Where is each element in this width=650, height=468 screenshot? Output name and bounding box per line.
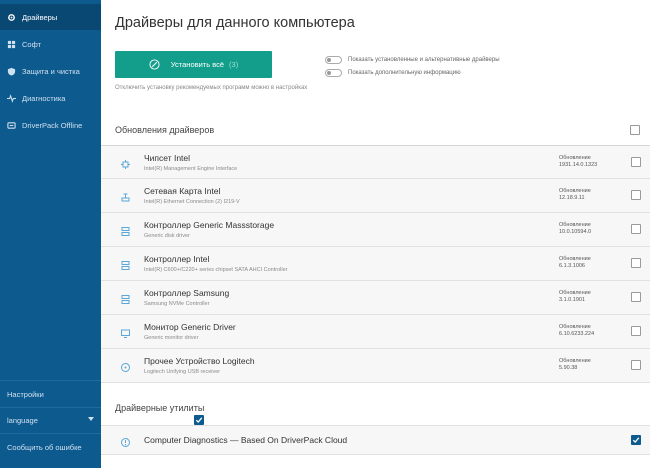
version-value: 6.10.6233.224 bbox=[559, 331, 595, 337]
driver-device: Generic disk driver bbox=[144, 233, 190, 239]
sidebar-item-label: Защита и чистка bbox=[22, 66, 80, 76]
settings-label: Настройки bbox=[7, 389, 44, 399]
version-value: 1931.14.0.1323 bbox=[559, 162, 598, 168]
storage-icon bbox=[120, 224, 131, 236]
driver-row: Монитор Generic Driver Generic monitor d… bbox=[101, 315, 650, 349]
main-panel: Драйверы для данного компьютера Установи… bbox=[101, 0, 650, 468]
driver-checkbox[interactable] bbox=[631, 326, 641, 336]
version-label: Обновление bbox=[559, 290, 591, 296]
driver-checkbox[interactable] bbox=[631, 190, 641, 200]
driver-name: Прочее Устройство Logitech bbox=[144, 356, 255, 366]
sidebar-item-offline[interactable]: DriverPack Offline bbox=[0, 112, 101, 138]
driver-device: Logitech Unifying USB receiver bbox=[144, 369, 221, 375]
report-error-link[interactable]: Сообщить об ошибке bbox=[0, 434, 101, 460]
utility-name: Computer Diagnostics — Based On DriverPa… bbox=[144, 435, 348, 445]
driver-checkbox[interactable] bbox=[631, 360, 641, 370]
diagnostics-icon bbox=[120, 435, 131, 447]
utility-checkbox[interactable] bbox=[631, 435, 641, 445]
section-driver-updates: Обновления драйверов bbox=[101, 113, 650, 147]
install-all-button[interactable]: Установить всё (3) bbox=[115, 51, 272, 78]
driver-row: Контроллер Intel Intel(R) C600+/C220+ se… bbox=[101, 247, 650, 281]
version-label: Обновление bbox=[559, 256, 591, 262]
version-label: Обновление bbox=[559, 155, 591, 161]
section-driver-utilities: Драйверные утилиты bbox=[101, 391, 650, 425]
toggle-show-installed[interactable]: Показать установленные и альтернативные … bbox=[325, 55, 500, 65]
pulse-icon bbox=[7, 93, 16, 103]
select-all-utilities-checkbox[interactable] bbox=[194, 415, 205, 425]
driver-device: Generic monitor driver bbox=[144, 335, 199, 341]
sidebar: Драйверы Софт Защита и чистка Диагностик… bbox=[0, 0, 101, 468]
version-label: Обновление bbox=[559, 324, 591, 330]
driver-checkbox[interactable] bbox=[631, 258, 641, 268]
shield-icon bbox=[7, 67, 16, 76]
utility-row: Computer Diagnostics — Based On DriverPa… bbox=[101, 425, 650, 455]
chip-icon bbox=[120, 157, 131, 169]
language-label: language bbox=[7, 415, 38, 425]
report-label: Сообщить об ошибке bbox=[7, 442, 82, 452]
gear-icon bbox=[7, 13, 16, 22]
driver-list: Чипсет Intel Intel(R) Management Engine … bbox=[101, 145, 650, 383]
monitor-icon bbox=[120, 326, 131, 338]
section-title: Обновления драйверов bbox=[115, 125, 215, 135]
version-value: 6.1.3.1006 bbox=[559, 263, 585, 269]
driver-checkbox[interactable] bbox=[631, 224, 641, 234]
version-label: Обновление bbox=[559, 358, 591, 364]
driver-row: Чипсет Intel Intel(R) Management Engine … bbox=[101, 145, 650, 179]
driver-row: Контроллер Generic Massstorage Generic d… bbox=[101, 213, 650, 247]
version-label: Обновление bbox=[559, 222, 591, 228]
sidebar-item-protection[interactable]: Защита и чистка bbox=[0, 58, 101, 84]
driver-checkbox[interactable] bbox=[631, 157, 641, 167]
sidebar-item-software[interactable]: Софт bbox=[0, 31, 101, 57]
version-value: 3.1.0.1901 bbox=[559, 297, 585, 303]
sidebar-item-diagnostics[interactable]: Диагностика bbox=[0, 85, 101, 111]
sidebar-item-label: Софт bbox=[22, 39, 42, 49]
driver-name: Сетевая Карта Intel bbox=[144, 186, 221, 196]
driver-device: Intel(R) Ethernet Connection (2) I219-V bbox=[144, 199, 240, 205]
driver-device: Intel(R) C600+/C220+ series chipset SATA… bbox=[144, 267, 288, 273]
driver-device: Intel(R) Management Engine Interface bbox=[144, 166, 238, 172]
toggle-label: Показать дополнительную информацию bbox=[348, 70, 461, 76]
version-value: 12.18.9.11 bbox=[559, 195, 585, 201]
toggle-show-info[interactable]: Показать дополнительную информацию bbox=[325, 68, 461, 78]
language-select[interactable]: language bbox=[0, 407, 101, 433]
version-value: 10.0.10594.0 bbox=[559, 229, 592, 235]
driver-name: Чипсет Intel bbox=[144, 153, 191, 163]
settings-link[interactable]: Настройки bbox=[0, 381, 101, 407]
driver-row: Контроллер Samsung Samsung NVMe Controll… bbox=[101, 281, 650, 315]
sidebar-item-label: DriverPack Offline bbox=[22, 120, 83, 130]
page-title: Драйверы для данного компьютера bbox=[115, 15, 355, 31]
driver-device: Samsung NVMe Controller bbox=[144, 301, 210, 307]
network-icon bbox=[120, 190, 131, 202]
driver-name: Контроллер Samsung bbox=[144, 288, 230, 298]
toggle-switch[interactable] bbox=[325, 56, 342, 64]
driver-row: Сетевая Карта Intel Intel(R) Ethernet Co… bbox=[101, 179, 650, 213]
section-title: Драйверные утилиты bbox=[115, 403, 205, 413]
storage-icon bbox=[120, 292, 131, 304]
driver-name: Контроллер Intel bbox=[144, 254, 210, 264]
driver-checkbox[interactable] bbox=[631, 292, 641, 302]
version-label: Обновление bbox=[559, 188, 591, 194]
install-hint: Отключить установку рекомендуемых програ… bbox=[115, 85, 308, 91]
driver-name: Монитор Generic Driver bbox=[144, 322, 236, 332]
device-icon bbox=[120, 360, 131, 372]
select-all-updates-checkbox[interactable] bbox=[630, 125, 640, 135]
driver-row: Прочее Устройство Logitech Logitech Unif… bbox=[101, 349, 650, 383]
sidebar-item-label: Диагностика bbox=[22, 93, 66, 103]
toggle-label: Показать установленные и альтернативные … bbox=[348, 57, 500, 63]
chevron-down-icon bbox=[88, 417, 94, 421]
version-value: 5.90.38 bbox=[559, 365, 578, 371]
wand-icon bbox=[149, 59, 160, 70]
offline-icon bbox=[7, 121, 16, 130]
storage-icon bbox=[120, 258, 131, 270]
sidebar-item-label: Драйверы bbox=[22, 12, 58, 22]
driver-name: Контроллер Generic Massstorage bbox=[144, 220, 275, 230]
sidebar-item-drivers[interactable]: Драйверы bbox=[0, 4, 101, 30]
apps-grid-icon bbox=[7, 40, 16, 49]
toggle-switch[interactable] bbox=[325, 69, 342, 77]
install-count: (3) bbox=[229, 60, 239, 69]
install-all-label: Установить всё bbox=[170, 60, 225, 69]
